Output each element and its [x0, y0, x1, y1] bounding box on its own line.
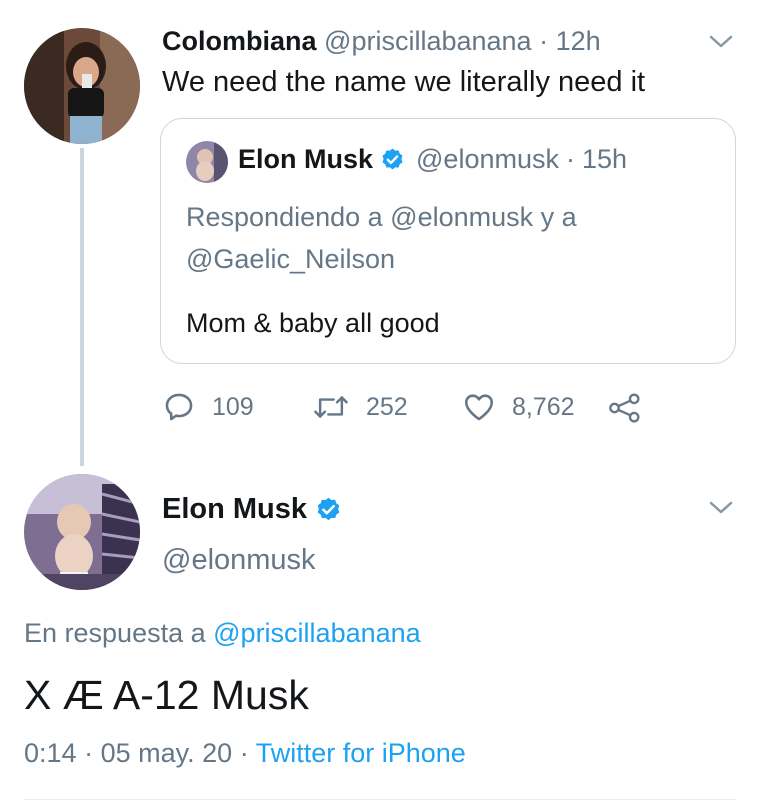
share-icon	[609, 393, 640, 423]
main-tweet-menu-button[interactable]	[706, 496, 736, 520]
tweet-source-link[interactable]: Twitter for iPhone	[256, 738, 466, 768]
main-tweet-separator-2: ·	[239, 738, 249, 768]
quoted-tweet-replying-line2: @Gaelic_Neilson	[186, 244, 395, 274]
reply-to-prefix: En respuesta a	[24, 618, 206, 648]
retweet-count: 252	[366, 392, 408, 421]
quoted-tweet-handle: @elonmusk	[416, 144, 559, 174]
main-tweet-author-name[interactable]: Elon Musk	[162, 493, 307, 526]
main-tweet-text: X Æ A-12 Musk	[24, 672, 309, 718]
colombiana-avatar[interactable]	[24, 28, 140, 144]
main-tweet-handle[interactable]: @elonmusk	[162, 544, 316, 577]
retweet-icon	[314, 396, 348, 418]
main-tweet-separator-1: ·	[84, 738, 94, 768]
quoted-tweet-text: Mom & baby all good	[186, 308, 440, 338]
main-tweet-date[interactable]: 05 may. 20	[101, 738, 233, 768]
reply-icon	[165, 393, 193, 421]
first-tweet-time[interactable]: 12h	[556, 26, 601, 56]
thread-connector-line	[80, 148, 84, 466]
like-action[interactable]: 8,762	[462, 390, 575, 424]
first-tweet-text: We need the name we literally need it	[162, 66, 646, 98]
heart-icon	[464, 394, 494, 421]
retweet-action[interactable]: 252	[312, 390, 408, 424]
first-tweet-author-name[interactable]: Colombiana	[162, 26, 317, 56]
reply-to-handle-link[interactable]: @priscillabanana	[213, 618, 421, 648]
verified-badge-icon	[380, 147, 405, 172]
quoted-tweet-time: 15h	[581, 144, 628, 174]
reply-action[interactable]: 109	[162, 390, 254, 424]
first-tweet-menu-button[interactable]	[706, 30, 736, 54]
divider	[24, 799, 736, 800]
quoted-tweet-replying-line1: Respondiendo a @elonmusk y a	[186, 202, 577, 232]
quoted-tweet-author-name: Elon Musk	[238, 144, 374, 174]
chevron-down-icon	[709, 501, 733, 514]
first-tweet-handle[interactable]: @priscillabanana	[324, 26, 532, 56]
quoted-tweet-avatar	[186, 141, 228, 183]
main-tweet-time[interactable]: 0:14	[24, 738, 77, 768]
quoted-tweet-separator: ·	[565, 144, 575, 174]
share-action[interactable]	[608, 392, 642, 429]
first-tweet-separator: ·	[539, 26, 549, 56]
verified-badge-icon	[315, 496, 342, 523]
elon-musk-avatar[interactable]	[24, 474, 140, 590]
chevron-down-icon	[709, 35, 733, 48]
reply-count: 109	[212, 392, 254, 421]
like-count: 8,762	[512, 392, 575, 421]
